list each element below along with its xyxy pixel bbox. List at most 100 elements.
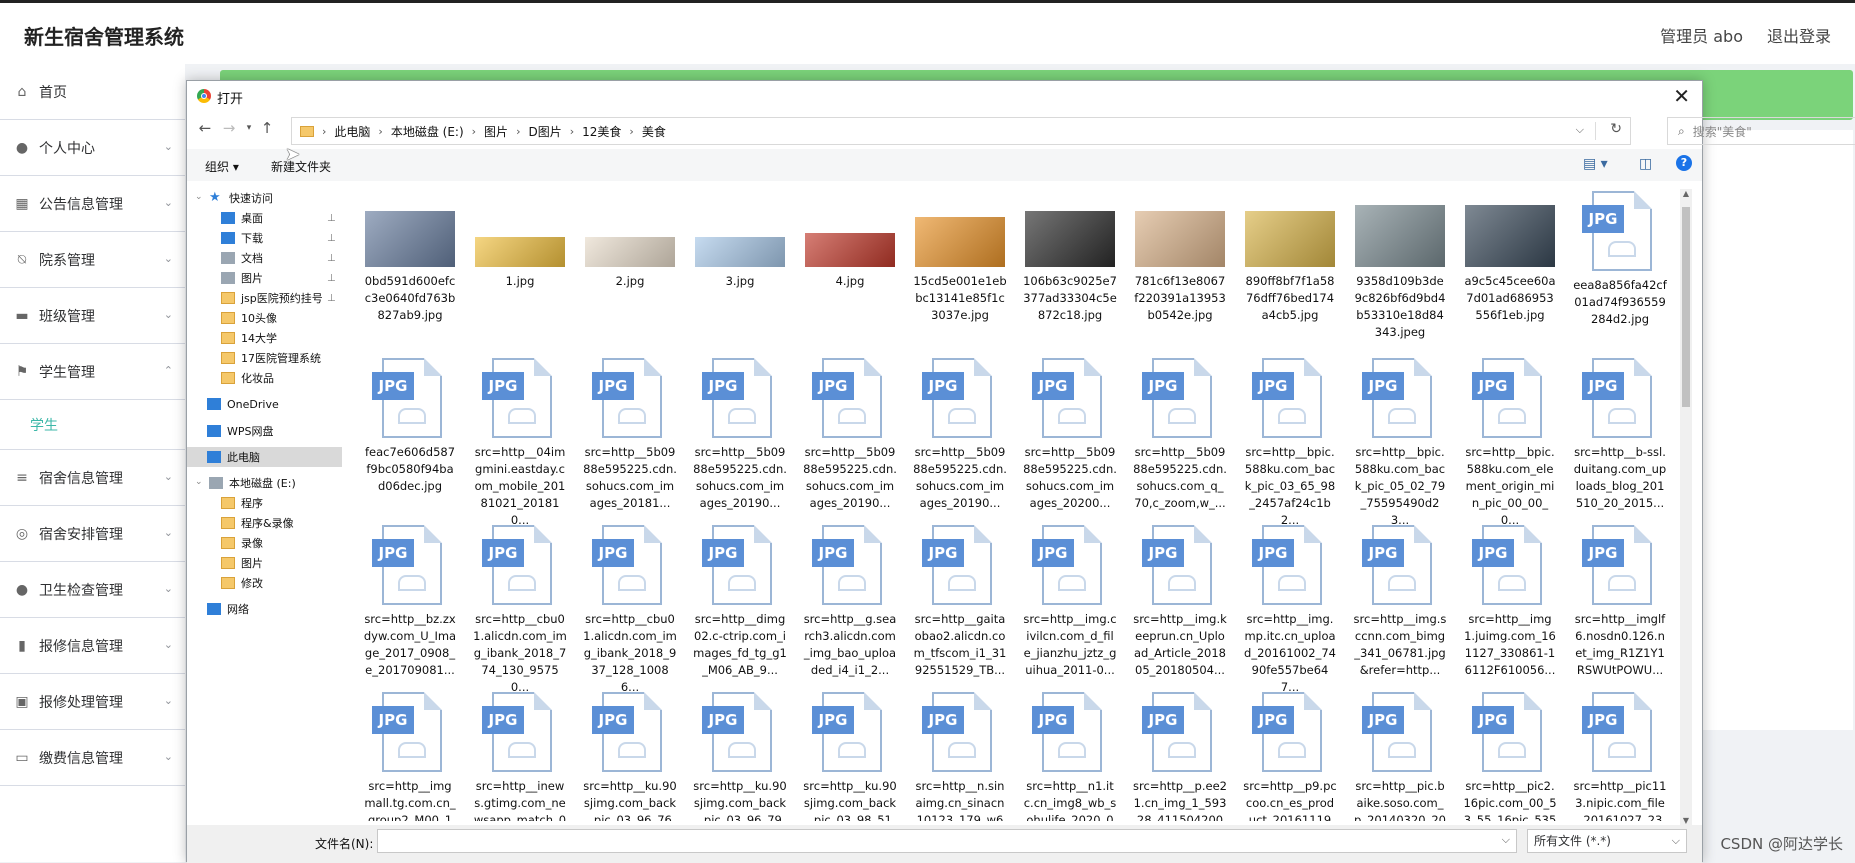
chevron-down-icon[interactable]: ⌄ bbox=[195, 477, 203, 487]
chevron-down-icon[interactable]: ⌵ bbox=[1576, 123, 1584, 137]
file-item[interactable]: JPG src=http__img.mp.itc.cn_upload_201610… bbox=[1243, 525, 1337, 696]
nav-quick-access[interactable]: ★ 快速访问 bbox=[209, 188, 273, 208]
file-item[interactable]: 1.jpg bbox=[473, 191, 567, 290]
breadcrumb-item[interactable]: 图片 bbox=[484, 123, 508, 140]
nav-drive-folder[interactable]: 修改 bbox=[221, 573, 263, 593]
file-item[interactable]: JPG src=http__inews.gtimg.com_newsapp_mat… bbox=[473, 692, 567, 821]
file-item[interactable]: JPG eea8a856fa42cf01ad74f936559284d2.jpg bbox=[1573, 191, 1667, 328]
sidebar-item[interactable]: ⚑ 学生管理 ⌃ bbox=[0, 344, 185, 400]
nav-network[interactable]: 网络 bbox=[207, 599, 249, 619]
file-item[interactable]: JPG src=http__cbu01.alicdn.com_img_ibank_… bbox=[473, 525, 567, 696]
nav-quick-item[interactable]: 文档 ⊥ bbox=[221, 248, 336, 268]
nav-quick-item[interactable]: 图片 ⊥ bbox=[221, 268, 336, 288]
file-item[interactable]: JPG src=http__imgmall.tg.com.cn_group2_M0… bbox=[363, 692, 457, 821]
sidebar-item[interactable]: ● 个人中心 ⌄ bbox=[0, 120, 185, 176]
scroll-down-icon[interactable]: ▼ bbox=[1680, 816, 1692, 825]
breadcrumb-item[interactable]: 本地磁盘 (E:) bbox=[391, 123, 464, 140]
nav-drive-folder[interactable]: 程序 bbox=[221, 493, 263, 513]
nav-drive-folder[interactable]: 录像 bbox=[221, 533, 263, 553]
filename-input[interactable]: ⌵ bbox=[377, 829, 1517, 853]
file-item[interactable]: JPG src=http__5b0988e595225.cdn.sohucs.co… bbox=[583, 358, 677, 512]
file-item[interactable]: JPG src=http__bpic.588ku.com_back_pic_05_… bbox=[1353, 358, 1447, 529]
file-item[interactable]: JPG src=http__bpic.588ku.com_back_pic_03_… bbox=[1243, 358, 1337, 529]
help-icon[interactable]: ? bbox=[1676, 155, 1692, 171]
chevron-down-icon[interactable]: ⌄ bbox=[195, 192, 203, 202]
file-item[interactable]: JPG src=http__img1.juimg.com_161127_33086… bbox=[1463, 525, 1557, 679]
file-item[interactable]: JPG src=http__cbu01.alicdn.com_img_ibank_… bbox=[583, 525, 677, 696]
chevron-down-icon[interactable]: ⌵ bbox=[1502, 833, 1510, 847]
nav-quick-item[interactable]: 17医院管理系统 bbox=[221, 348, 321, 368]
file-item[interactable]: JPG src=http__5b0988e595225.cdn.sohucs.co… bbox=[1023, 358, 1117, 512]
file-item[interactable]: JPG src=http__n.sinaimg.cn_sinacn10123_17… bbox=[913, 692, 1007, 821]
scroll-up-icon[interactable]: ▲ bbox=[1680, 189, 1692, 198]
file-item[interactable]: JPG src=http__5b0988e595225.cdn.sohucs.co… bbox=[1133, 358, 1227, 512]
nav-onedrive[interactable]: OneDrive bbox=[207, 394, 279, 414]
file-item[interactable]: JPG src=http__5b0988e595225.cdn.sohucs.co… bbox=[913, 358, 1007, 512]
vertical-scrollbar[interactable]: ▲ ▼ bbox=[1680, 189, 1692, 825]
file-item[interactable]: JPG src=http__ku.90sjimg.com_back_pic_03_… bbox=[583, 692, 677, 821]
nav-quick-item[interactable]: 下载 ⊥ bbox=[221, 228, 336, 248]
sidebar-item[interactable]: ▦ 公告信息管理 ⌄ bbox=[0, 176, 185, 232]
file-item[interactable]: JPG src=http__ku.90sjimg.com_back_pic_03_… bbox=[693, 692, 787, 821]
file-item[interactable]: JPG src=http__dimg02.c-ctrip.com_images_f… bbox=[693, 525, 787, 679]
file-item[interactable]: JPG src=http__g.search3.alicdn.com_img_ba… bbox=[803, 525, 897, 679]
back-arrow-icon[interactable]: ← bbox=[195, 119, 215, 137]
file-item[interactable]: JPG src=http__p9.pccoo.cn_es_product_2016… bbox=[1243, 692, 1337, 821]
search-input[interactable]: ⌕ 搜索"美食" bbox=[1667, 117, 1855, 145]
file-item[interactable]: JPG src=http__n1.itc.cn_img8_wb_sohulife_… bbox=[1023, 692, 1117, 821]
file-item[interactable]: 0bd591d600efcc3e0640fd763b827ab9.jpg bbox=[363, 191, 457, 324]
file-item[interactable]: 9358d109b3de9c826bf6d9bd4b53310e18d84343… bbox=[1353, 191, 1447, 341]
sidebar-item[interactable]: ⌂ 首页 bbox=[0, 64, 185, 120]
filetype-select[interactable]: 所有文件 (*.*) ⌵ bbox=[1527, 829, 1687, 853]
nav-drive-folder[interactable]: 图片 bbox=[221, 553, 263, 573]
breadcrumb-item[interactable]: 12美食 bbox=[582, 123, 621, 140]
logout-link[interactable]: 退出登录 bbox=[1767, 23, 1831, 47]
file-item[interactable]: JPG src=http__img.keeprun.cn_Upload_Artic… bbox=[1133, 525, 1227, 679]
nav-quick-item[interactable]: 化妆品 bbox=[221, 368, 274, 388]
nav-quick-item[interactable]: 14大学 bbox=[221, 328, 277, 348]
sidebar-item[interactable]: ◎ 宿舍安排管理 ⌄ bbox=[0, 506, 185, 562]
forward-arrow-icon[interactable]: → bbox=[219, 119, 239, 137]
sidebar-item[interactable]: ▭ 缴费信息管理 ⌄ bbox=[0, 730, 185, 786]
file-item[interactable]: JPG src=http__pic.baike.soso.com_p_201403… bbox=[1353, 692, 1447, 821]
sidebar-item[interactable]: ▬ 班级管理 ⌄ bbox=[0, 288, 185, 344]
sidebar-item[interactable]: ▮ 报修信息管理 ⌄ bbox=[0, 618, 185, 674]
file-item[interactable]: JPG src=http__ku.90sjimg.com_back_pic_03_… bbox=[803, 692, 897, 821]
sidebar-item[interactable]: ▣ 报修处理管理 ⌄ bbox=[0, 674, 185, 730]
recent-dropdown-icon[interactable]: ▾ bbox=[239, 123, 259, 133]
nav-quick-item[interactable]: 10头像 bbox=[221, 308, 277, 328]
sidebar-subitem-student[interactable]: 学生 bbox=[0, 400, 185, 450]
file-item[interactable]: 4.jpg bbox=[803, 191, 897, 290]
file-item[interactable]: a9c5c45cee60a7d01ad686953556f1eb.jpg bbox=[1463, 191, 1557, 324]
address-bar[interactable]: › 此电脑 › 本地磁盘 (E:) › 图片 › D图片 › 12美食 › 美食 ⌵ ↻ bbox=[291, 117, 1631, 145]
file-item[interactable]: 890ff8bf7f1a5876dff76bed174a4cb5.jpg bbox=[1243, 191, 1337, 324]
file-item[interactable]: JPG src=http__pic2.16pic.com_00_53_55_16p… bbox=[1463, 692, 1557, 821]
file-item[interactable]: JPG src=http__gaitaobao2.alicdn.com_tfsco… bbox=[913, 525, 1007, 679]
new-folder-button[interactable]: 新建文件夹 bbox=[271, 158, 331, 175]
file-item[interactable]: JPG src=http__img.civilcn.com_d_file_jian… bbox=[1023, 525, 1117, 679]
nav-drive-folder[interactable]: 程序&录像 bbox=[221, 513, 294, 533]
file-item[interactable]: JPG src=http__5b0988e595225.cdn.sohucs.co… bbox=[803, 358, 897, 512]
file-item[interactable]: JPG src=http__pic113.nipic.com_file_20161… bbox=[1573, 692, 1667, 821]
refresh-icon[interactable]: ↻ bbox=[1610, 121, 1622, 137]
breadcrumb-item[interactable]: 此电脑 bbox=[334, 123, 370, 140]
file-item[interactable]: JPG src=http__bpic.588ku.com_element_orig… bbox=[1463, 358, 1557, 529]
file-item[interactable]: JPG src=http__04imgmini.eastday.com_mobil… bbox=[473, 358, 567, 529]
file-item[interactable]: JPG src=http__imglf6.nosdn0.126.net_img_R… bbox=[1573, 525, 1667, 679]
scroll-thumb[interactable] bbox=[1682, 207, 1690, 407]
file-item[interactable]: JPG src=http__img.sccnn.com_bimg_341_0678… bbox=[1353, 525, 1447, 679]
file-item[interactable]: JPG feac7e606d587f9bc0580f94bad06dec.jpg bbox=[363, 358, 457, 495]
file-item[interactable]: 3.jpg bbox=[693, 191, 787, 290]
nav-quick-item[interactable]: jsp医院预约挂号 ⊥ bbox=[221, 288, 336, 308]
view-mode-icon[interactable]: ▤ ▾ bbox=[1583, 156, 1608, 172]
sidebar-item[interactable]: ⍉ 院系管理 ⌄ bbox=[0, 232, 185, 288]
file-item[interactable]: 2.jpg bbox=[583, 191, 677, 290]
file-item[interactable]: JPG src=http__5b0988e595225.cdn.sohucs.co… bbox=[693, 358, 787, 512]
nav-wps-drive[interactable]: WPS网盘 bbox=[207, 421, 274, 441]
file-item[interactable]: 15cd5e001e1ebbc13141e85f1c3037e.jpg bbox=[913, 191, 1007, 324]
up-arrow-icon[interactable]: ↑ bbox=[257, 119, 277, 137]
breadcrumb-item[interactable]: 美食 bbox=[642, 123, 666, 140]
breadcrumb-item[interactable]: D图片 bbox=[528, 123, 561, 140]
nav-this-pc[interactable]: 此电脑 bbox=[187, 447, 342, 467]
organize-button[interactable]: 组织 ▾ bbox=[205, 158, 239, 175]
